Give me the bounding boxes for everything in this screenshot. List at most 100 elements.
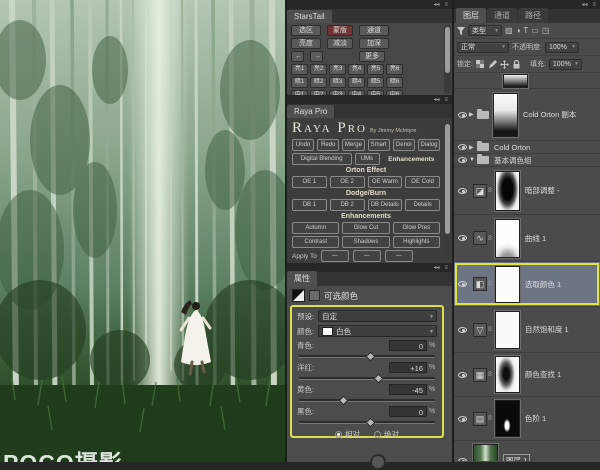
levels-adjustment-icon[interactable]: ▤ bbox=[473, 412, 487, 426]
glow-cut-button[interactable]: Glow Cut bbox=[342, 222, 389, 234]
panel-collapse-icon[interactable]: ◂◂ bbox=[433, 2, 439, 8]
apply-target-button[interactable]: — bbox=[321, 250, 349, 262]
starstail-button[interactable]: 减淡 bbox=[327, 38, 353, 49]
redo-button[interactable]: Redo bbox=[317, 139, 339, 151]
filter-type-dropdown[interactable]: 类型▾ bbox=[468, 25, 502, 36]
mask-button[interactable]: 暗6 bbox=[386, 77, 403, 88]
expand-triangle-icon[interactable]: ▶ bbox=[469, 144, 477, 151]
db-details-button[interactable]: DB Details bbox=[368, 199, 403, 211]
autumn-button[interactable]: Autumn bbox=[292, 222, 339, 234]
starstail-button[interactable]: 加深 bbox=[359, 38, 389, 49]
mask-thumbnail[interactable] bbox=[495, 219, 520, 258]
mask-button[interactable]: 亮2 bbox=[310, 64, 327, 75]
oe-cold-button[interactable]: OE Cold bbox=[405, 176, 440, 188]
mask-thumbnail[interactable] bbox=[495, 266, 520, 303]
layer-name[interactable]: Cold Orton 副本 bbox=[523, 109, 576, 120]
layer-name[interactable]: 颜色查找 1 bbox=[525, 369, 561, 380]
mask-button[interactable]: 亮1 bbox=[291, 64, 308, 75]
black-value[interactable]: 0 bbox=[389, 406, 427, 417]
color-lookup-adjustment-icon[interactable]: ▦ bbox=[473, 368, 487, 382]
lock-position-icon[interactable] bbox=[500, 60, 509, 69]
expand-triangle-icon[interactable]: ▶ bbox=[469, 111, 477, 118]
absolute-radio[interactable]: 绝对 bbox=[374, 429, 399, 440]
oe1-button[interactable]: OE 1 bbox=[292, 176, 327, 188]
oe2-button[interactable]: OE 2 bbox=[330, 176, 365, 188]
contrast-button[interactable]: Contrast bbox=[292, 236, 339, 248]
tab-layers[interactable]: 图层 bbox=[456, 8, 486, 23]
tab-channels[interactable]: 通道 bbox=[487, 8, 517, 23]
layer-thumbnail[interactable] bbox=[473, 444, 498, 462]
layer-name[interactable]: Cold Orton bbox=[494, 143, 530, 152]
mask-button[interactable]: 亮5 bbox=[367, 64, 384, 75]
eye-icon[interactable] bbox=[458, 416, 467, 422]
apply-target-button[interactable]: — bbox=[385, 250, 413, 262]
panel-menu-icon[interactable]: ≡ bbox=[444, 265, 448, 271]
panel-menu-icon[interactable]: ≡ bbox=[444, 2, 448, 8]
details-button[interactable]: Details bbox=[405, 199, 440, 211]
filter-pixel-icon[interactable]: ▨ bbox=[505, 27, 513, 35]
layer-row-adjustment[interactable]: ▤ 8 色阶 1 bbox=[454, 397, 600, 441]
preset-dropdown[interactable]: 自定▾ bbox=[318, 310, 437, 322]
mask-button[interactable]: 暗4 bbox=[348, 77, 365, 88]
layer-row-adjustment[interactable]: ▽ 8 自然饱和度 1 bbox=[454, 307, 600, 353]
mask-thumbnail[interactable] bbox=[503, 74, 528, 88]
opacity-dropdown[interactable]: 100%▾ bbox=[545, 42, 579, 53]
eye-icon[interactable] bbox=[458, 157, 467, 163]
starstail-more-button[interactable]: 更多 bbox=[359, 51, 385, 62]
filter-adjustment-icon[interactable]: ◑ bbox=[516, 27, 521, 35]
mask-button[interactable]: 亮4 bbox=[348, 64, 365, 75]
scrollbar[interactable] bbox=[444, 122, 451, 258]
mask-button[interactable]: 暗2 bbox=[310, 77, 327, 88]
panel-menu-icon[interactable]: ≡ bbox=[444, 97, 448, 103]
smart-button[interactable]: Smart bbox=[368, 139, 390, 151]
highlights-button[interactable]: Highlights bbox=[393, 236, 440, 248]
mask-thumbnail[interactable] bbox=[495, 356, 520, 393]
magenta-value[interactable]: +16 bbox=[389, 362, 427, 373]
eye-icon[interactable] bbox=[458, 281, 467, 287]
layer-row-partial[interactable] bbox=[454, 73, 600, 89]
fill-dropdown[interactable]: 100%▾ bbox=[549, 59, 582, 70]
blend-mode-dropdown[interactable]: 正常▾ bbox=[457, 42, 509, 53]
yellow-value[interactable]: -45 bbox=[389, 384, 427, 395]
undo-button[interactable]: Undo bbox=[292, 139, 314, 151]
layer-name[interactable]: 曲线 1 bbox=[525, 233, 546, 244]
lock-transparency-icon[interactable] bbox=[476, 60, 485, 69]
layer-row-background[interactable]: 图层 1 bbox=[454, 441, 600, 461]
layer-name[interactable]: 暗部调整 - bbox=[525, 185, 560, 196]
db2-button[interactable]: DB 2 bbox=[330, 199, 365, 211]
layer-row-adjustment[interactable]: ∿ 8 曲线 1 bbox=[454, 215, 600, 262]
filter-type-icon[interactable]: T bbox=[523, 27, 528, 35]
layer-name[interactable]: 图层 1 bbox=[503, 454, 530, 461]
starstail-next-button[interactable]: → bbox=[310, 51, 323, 62]
glow-pres-button[interactable]: Glow Pres bbox=[393, 222, 440, 234]
digital-blending-button[interactable]: Digital Blending bbox=[292, 153, 352, 165]
starstail-button[interactable]: 选区 bbox=[291, 25, 321, 36]
layer-row-group[interactable]: ▶ Cold Orton bbox=[454, 141, 600, 154]
curves-adjustment-icon[interactable]: ∿ bbox=[473, 231, 487, 245]
panel-collapse-icon[interactable]: ◂◂ bbox=[581, 2, 587, 8]
selective-color-adjustment-icon[interactable]: ◧ bbox=[473, 277, 487, 291]
relative-radio[interactable]: 相对 bbox=[335, 429, 360, 440]
mask-button[interactable]: 暗1 bbox=[291, 77, 308, 88]
db1-button[interactable]: DB 1 bbox=[292, 199, 327, 211]
scrollbar[interactable] bbox=[444, 25, 451, 93]
eye-icon[interactable] bbox=[458, 372, 467, 378]
filter-shape-icon[interactable]: ▭ bbox=[531, 27, 539, 35]
panel-collapse-icon[interactable]: ◂◂ bbox=[433, 265, 439, 271]
tab-rayapro[interactable]: Raya Pro bbox=[287, 105, 334, 118]
filter-smart-icon[interactable]: ◳ bbox=[542, 27, 550, 35]
tab-starstail[interactable]: StarsTail bbox=[287, 10, 332, 23]
panel-collapse-icon[interactable]: ◂◂ bbox=[433, 97, 439, 103]
tab-properties[interactable]: 属性 bbox=[287, 271, 317, 286]
shadows-button[interactable]: Shadows bbox=[342, 236, 389, 248]
ums-button[interactable]: UMs bbox=[355, 153, 380, 165]
expand-triangle-icon[interactable]: ▼ bbox=[469, 157, 477, 163]
eye-icon[interactable] bbox=[458, 144, 467, 150]
mask-thumbnail[interactable] bbox=[495, 311, 520, 349]
yellow-slider[interactable] bbox=[299, 396, 435, 404]
merge-button[interactable]: Merge bbox=[342, 139, 364, 151]
exposure-adjustment-icon[interactable]: ◪ bbox=[473, 184, 487, 198]
denoise-button[interactable]: Denoi bbox=[393, 139, 415, 151]
layer-row-adjustment[interactable]: ▦ 8 颜色查找 1 bbox=[454, 353, 600, 397]
magenta-slider[interactable] bbox=[299, 374, 435, 382]
